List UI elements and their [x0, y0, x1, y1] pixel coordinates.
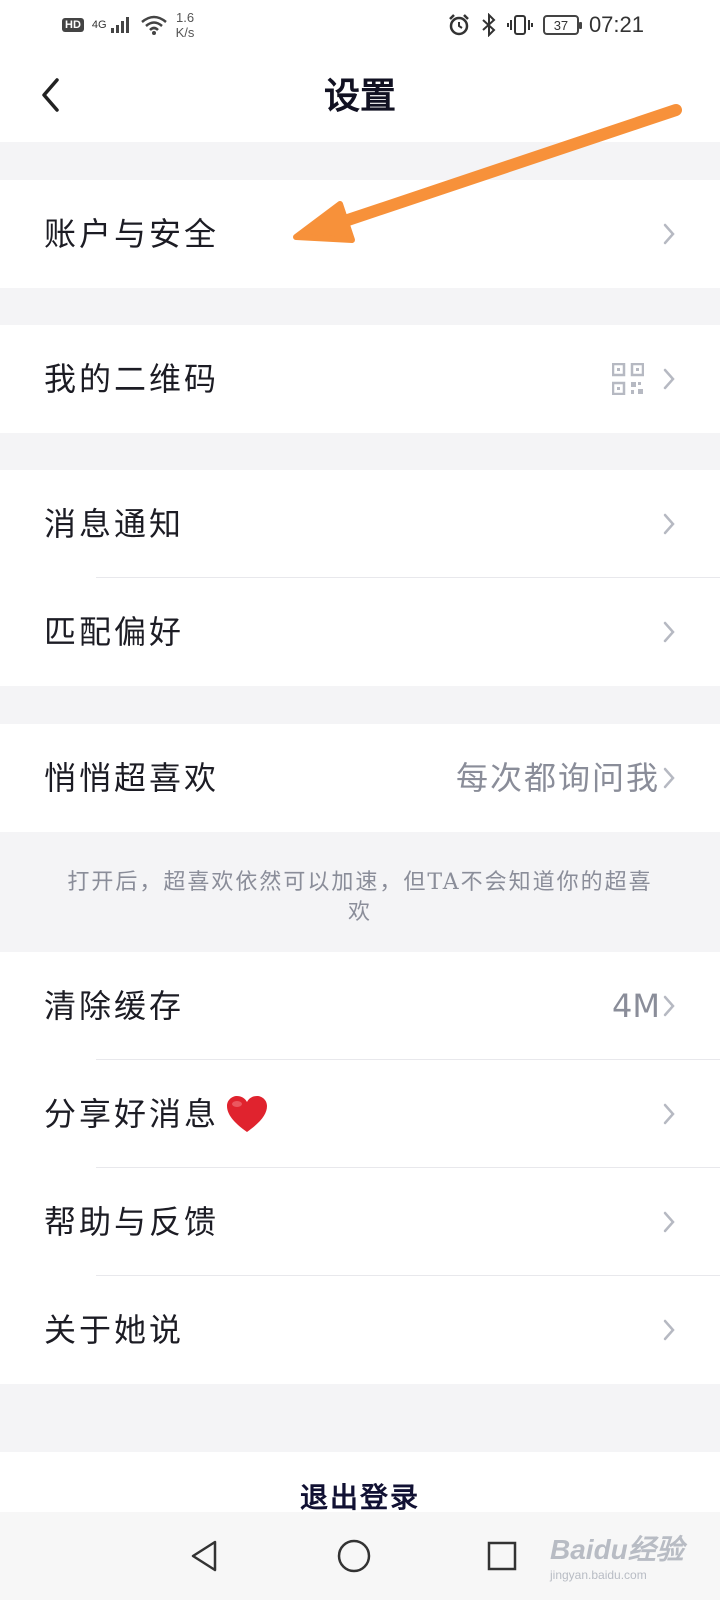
system-back-button[interactable] — [180, 1532, 228, 1580]
watermark-sub: jingyan.baidu.com — [550, 1568, 647, 1582]
net-speed: 1.6 K/s — [176, 10, 195, 40]
circle-home-icon — [337, 1539, 371, 1573]
network-indicator: 4G — [92, 16, 132, 34]
battery-level: 37 — [553, 17, 569, 33]
chevron-right-icon — [663, 1103, 675, 1125]
chevron-right-icon — [663, 1319, 675, 1341]
chevron-right-icon — [663, 1211, 675, 1233]
wifi-icon — [140, 15, 167, 35]
clock: 07:21 — [588, 12, 644, 37]
settings-row-help-feedback[interactable]: 帮助与反馈 — [0, 1168, 720, 1276]
section-misc: 清除缓存 4M 分享好消息 帮助与反馈 关于她说 — [0, 952, 720, 1384]
section-account: 账户与安全 — [0, 180, 720, 288]
hd-badge: HD — [62, 18, 84, 32]
row-label: 清除缓存 — [44, 987, 185, 1025]
page-title: 设置 — [323, 75, 396, 117]
settings-row-clear-cache[interactable]: 清除缓存 4M — [0, 952, 720, 1060]
net-speed-value: 1.6 — [176, 10, 195, 25]
chevron-right-icon — [663, 621, 675, 643]
chevron-right-icon — [663, 995, 675, 1017]
row-label: 匹配偏好 — [44, 613, 185, 651]
status-bar: HD 4G 1.6 K/s 37 07:21 — [0, 0, 720, 50]
net-speed-unit: K/s — [175, 25, 195, 40]
settings-row-share[interactable]: 分享好消息 — [0, 1060, 720, 1168]
triangle-back-icon — [191, 1540, 217, 1572]
chevron-right-icon — [663, 767, 675, 789]
section-superlike: 悄悄超喜欢 每次都询问我 — [0, 724, 720, 832]
row-label: 账户与安全 — [44, 215, 220, 253]
vibrate-icon — [506, 15, 533, 35]
section-qrcode: 我的二维码 — [0, 325, 720, 433]
qr-code-icon — [612, 363, 644, 395]
row-label: 分享好消息 — [44, 1095, 220, 1133]
settings-row-secret-superlike[interactable]: 悄悄超喜欢 每次都询问我 — [0, 724, 720, 832]
nav-header: 设置 — [0, 50, 720, 142]
battery-icon: 37 — [542, 15, 582, 35]
status-left: HD 4G 1.6 K/s — [62, 8, 194, 42]
chevron-right-icon — [663, 513, 675, 535]
row-label: 消息通知 — [44, 505, 185, 543]
heart-icon — [227, 1096, 268, 1132]
status-right: 37 07:21 — [447, 10, 644, 40]
row-label: 帮助与反馈 — [44, 1203, 220, 1241]
watermark-main: Baidu经验 — [550, 1534, 684, 1565]
chevron-right-icon — [663, 368, 675, 390]
section-notify: 消息通知 匹配偏好 — [0, 470, 720, 686]
row-value: 每次都询问我 — [455, 759, 660, 797]
cache-size: 4M — [612, 987, 660, 1025]
signal-icon — [110, 17, 129, 33]
settings-row-notifications[interactable]: 消息通知 — [0, 470, 720, 578]
bluetooth-icon — [482, 13, 496, 37]
alarm-icon — [449, 14, 469, 36]
chevron-right-icon — [663, 223, 675, 245]
system-recents-button[interactable] — [478, 1532, 526, 1580]
square-recents-icon — [487, 1541, 517, 1571]
network-label: 4G — [91, 18, 107, 31]
settings-row-about[interactable]: 关于她说 — [0, 1276, 720, 1384]
system-home-button[interactable] — [330, 1532, 378, 1580]
row-label: 我的二维码 — [44, 360, 220, 398]
settings-row-account-security[interactable]: 账户与安全 — [0, 180, 720, 288]
settings-row-my-qrcode[interactable]: 我的二维码 — [0, 325, 720, 433]
row-label-wrap: 分享好消息 — [44, 1060, 269, 1168]
settings-row-match-preference[interactable]: 匹配偏好 — [0, 578, 720, 686]
baidu-jingyan-watermark: Baidu经验 jingyan.baidu.com — [550, 1528, 700, 1592]
row-label: 关于她说 — [44, 1311, 185, 1349]
row-label: 悄悄超喜欢 — [44, 759, 220, 797]
